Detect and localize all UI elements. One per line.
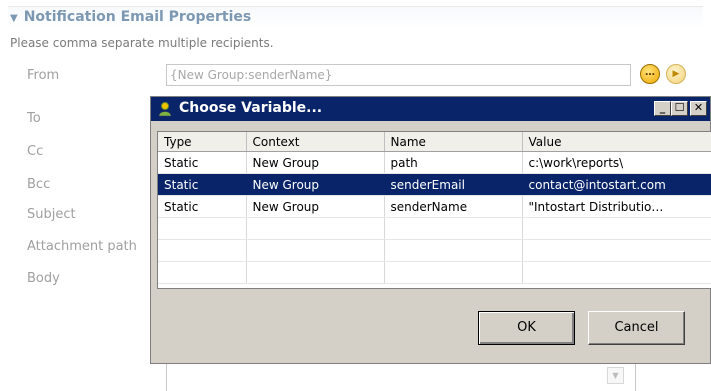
choose-variable-dialog: Choose Variable... _ ☐ ✕ Type Context Na… — [150, 96, 711, 364]
to-label: To — [27, 111, 41, 126]
cancel-button[interactable]: Cancel — [588, 311, 685, 345]
section-title[interactable]: ▼ Notification Email Properties — [10, 9, 251, 25]
body-label: Body — [27, 271, 60, 286]
empty-row — [158, 261, 711, 284]
recipients-hint: Please comma separate multiple recipient… — [10, 36, 274, 50]
cell-value: c:\work\reports\ — [522, 151, 711, 174]
cell-context: New Group — [246, 195, 385, 218]
cell-name: senderName — [384, 195, 523, 218]
empty-row — [158, 217, 711, 240]
table-row[interactable]: Static New Group path c:\work\reports\ — [158, 151, 711, 174]
play-circle-icon[interactable]: ▶ — [666, 64, 686, 84]
cell-context: New Group — [246, 151, 385, 174]
bcc-label: Bcc — [27, 177, 51, 192]
close-icon[interactable]: ✕ — [690, 101, 707, 116]
ellipsis-circle-icon[interactable]: … — [640, 64, 660, 84]
subject-label: Subject — [27, 207, 76, 222]
maximize-icon[interactable]: ☐ — [671, 101, 688, 116]
column-header-type[interactable]: Type — [158, 132, 247, 152]
triangle-down-icon[interactable]: ▼ — [10, 13, 18, 24]
dialog-title: Choose Variable... — [179, 100, 323, 116]
section-title-label: Notification Email Properties — [23, 9, 252, 25]
cell-context: New Group — [246, 173, 385, 196]
attachment-path-label: Attachment path — [27, 239, 137, 254]
table-header-row: Type Context Name Value — [158, 132, 711, 152]
cell-name: senderEmail — [384, 173, 523, 196]
dialog-titlebar[interactable]: Choose Variable... _ ☐ ✕ — [151, 97, 710, 121]
variables-table: Type Context Name Value Static New Group… — [157, 131, 711, 289]
cell-type: Static — [158, 173, 247, 196]
cell-value: "Intostart Distributio… — [522, 195, 711, 218]
from-label: From — [27, 68, 60, 83]
cell-type: Static — [158, 151, 247, 174]
column-header-value[interactable]: Value — [522, 132, 711, 152]
ok-button[interactable]: OK — [478, 311, 575, 345]
cc-label: Cc — [27, 144, 44, 159]
column-header-context[interactable]: Context — [246, 132, 385, 152]
table-row-selected[interactable]: Static New Group senderEmail contact@int… — [158, 173, 711, 196]
scroll-down-icon[interactable]: ▼ — [607, 367, 624, 384]
cell-type: Static — [158, 195, 247, 218]
from-field[interactable]: {New Group:senderName} — [166, 64, 631, 86]
variable-icon — [158, 102, 172, 117]
minimize-icon[interactable]: _ — [654, 101, 671, 116]
column-header-name[interactable]: Name — [384, 132, 523, 152]
cell-name: path — [384, 151, 523, 174]
empty-row — [158, 239, 711, 262]
table-row[interactable]: Static New Group senderName "Intostart D… — [158, 195, 711, 218]
cell-value: contact@intostart.com — [522, 173, 711, 196]
